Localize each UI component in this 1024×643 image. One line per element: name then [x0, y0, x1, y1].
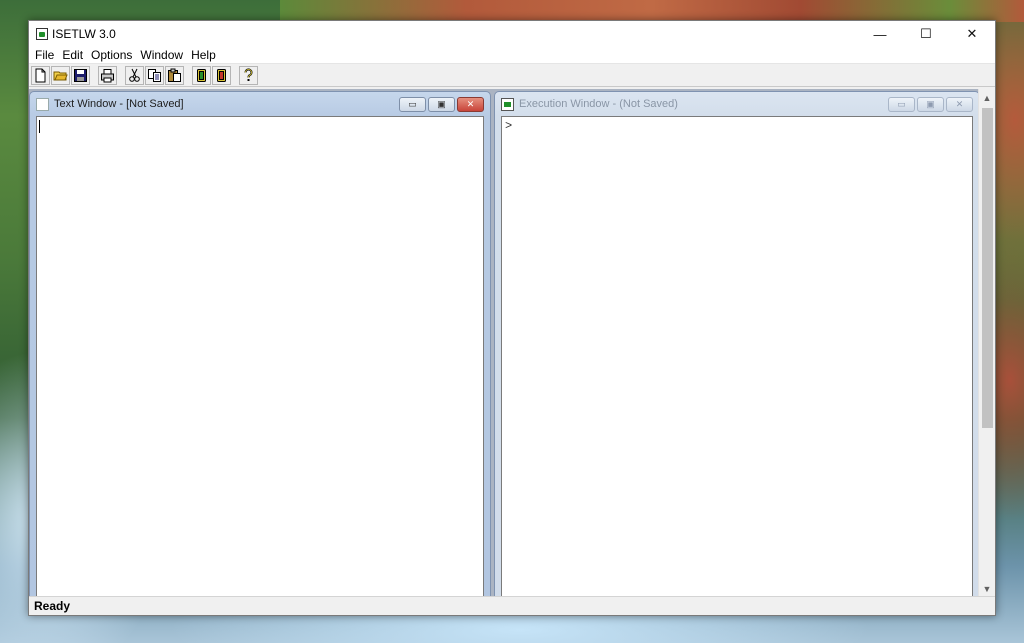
- execute-icon: [217, 68, 226, 82]
- execution-window-title-bar[interactable]: Execution Window - (Not Saved) ▭ ▣ ✕: [501, 92, 973, 116]
- copy-button[interactable]: [145, 65, 164, 85]
- toolbar: [29, 64, 995, 87]
- status-bar: Ready: [29, 596, 995, 615]
- title-bar[interactable]: ISETLW 3.0 — ☐ ✕: [29, 21, 995, 47]
- print-button[interactable]: [98, 65, 117, 85]
- text-window-minimize-button[interactable]: ▭: [399, 97, 426, 112]
- menu-help[interactable]: Help: [187, 47, 220, 64]
- new-file-icon: [35, 68, 46, 82]
- vertical-scrollbar[interactable]: ▲ ▼: [978, 89, 995, 597]
- save-icon: [74, 68, 87, 82]
- close-button[interactable]: ✕: [949, 21, 995, 47]
- text-editor-area[interactable]: [36, 116, 484, 597]
- menu-window[interactable]: Window: [136, 47, 187, 64]
- save-button[interactable]: [71, 65, 90, 85]
- run-icon: [197, 68, 206, 82]
- desktop-wallpaper: [280, 0, 1024, 22]
- print-icon: [101, 68, 114, 82]
- cut-icon: [129, 68, 140, 82]
- app-icon: [501, 97, 514, 111]
- help-button[interactable]: [239, 65, 258, 85]
- text-window-title-bar[interactable]: Text Window - [Not Saved] ▭ ▣ ✕: [36, 92, 484, 116]
- menu-bar: File Edit Options Window Help: [29, 47, 995, 64]
- text-window-close-button[interactable]: ✕: [457, 97, 484, 112]
- menu-edit[interactable]: Edit: [58, 47, 87, 64]
- text-caret: [39, 120, 40, 133]
- text-window[interactable]: Text Window - [Not Saved] ▭ ▣ ✕: [29, 91, 491, 597]
- execution-prompt: >: [505, 119, 513, 133]
- app-window: ISETLW 3.0 — ☐ ✕ File Edit Options Windo…: [28, 20, 996, 616]
- paste-icon: [168, 68, 181, 82]
- paste-button[interactable]: [165, 65, 184, 85]
- cut-button[interactable]: [125, 65, 144, 85]
- execution-window-title: Execution Window - (Not Saved): [519, 98, 678, 110]
- execution-window-minimize-button[interactable]: ▭: [888, 97, 915, 112]
- execute-button[interactable]: [212, 65, 231, 85]
- execution-output-area[interactable]: >: [501, 116, 973, 597]
- help-icon: [244, 68, 253, 81]
- status-text: Ready: [34, 599, 71, 613]
- minimize-button[interactable]: —: [857, 21, 903, 47]
- menu-file[interactable]: File: [31, 47, 58, 64]
- execution-window[interactable]: Execution Window - (Not Saved) ▭ ▣ ✕ >: [494, 91, 980, 597]
- text-window-title: Text Window - [Not Saved]: [54, 98, 184, 110]
- execution-window-controls: ▭ ▣ ✕: [886, 97, 973, 112]
- app-title: ISETLW 3.0: [52, 27, 116, 41]
- menu-options[interactable]: Options: [87, 47, 136, 64]
- scroll-down-button[interactable]: ▼: [979, 580, 995, 597]
- new-file-button[interactable]: [31, 65, 50, 85]
- copy-icon: [148, 68, 161, 82]
- document-icon: [36, 97, 49, 111]
- execution-window-restore-button[interactable]: ▣: [917, 97, 944, 112]
- maximize-button[interactable]: ☐: [903, 21, 949, 47]
- text-window-restore-button[interactable]: ▣: [428, 97, 455, 112]
- open-file-button[interactable]: [51, 65, 70, 85]
- scroll-thumb[interactable]: [982, 108, 993, 428]
- open-folder-icon: [53, 71, 68, 80]
- window-controls: — ☐ ✕: [857, 21, 995, 47]
- text-window-controls: ▭ ▣ ✕: [397, 97, 484, 112]
- app-icon: [36, 28, 48, 40]
- run-button[interactable]: [192, 65, 211, 85]
- execution-window-close-button[interactable]: ✕: [946, 97, 973, 112]
- scroll-up-button[interactable]: ▲: [979, 89, 995, 106]
- mdi-client-area: Text Window - [Not Saved] ▭ ▣ ✕ Executio…: [29, 89, 995, 597]
